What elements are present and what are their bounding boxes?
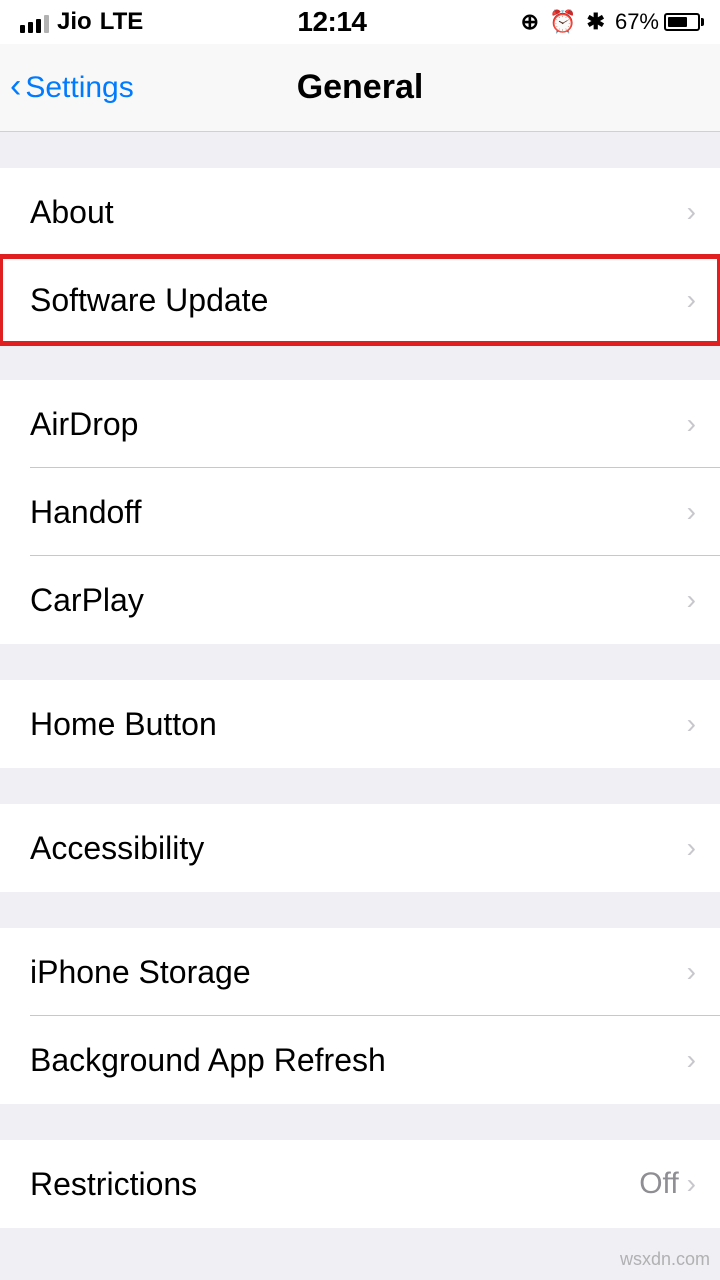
row-right-restrictions: Off › — [639, 1167, 696, 1201]
network-type-label: LTE — [100, 8, 144, 36]
row-right-background-app-refresh: › — [687, 1044, 696, 1076]
time-label: 12:14 — [297, 6, 366, 38]
location-icon: ⊕ — [521, 9, 539, 35]
chevron-right-icon-about: › — [687, 196, 696, 228]
row-iphone-storage[interactable]: iPhone Storage › — [0, 928, 720, 1016]
bluetooth-icon: ✱ — [587, 9, 605, 35]
section-separator-4 — [0, 892, 720, 928]
row-about[interactable]: About › — [0, 168, 720, 256]
settings-group-1: About › — [0, 168, 720, 256]
section-separator-3 — [0, 768, 720, 804]
chevron-right-icon-handoff: › — [687, 496, 696, 528]
row-label-home-button: Home Button — [30, 706, 217, 743]
row-label-background-app-refresh: Background App Refresh — [30, 1042, 386, 1079]
settings-group-5: Accessibility › — [0, 804, 720, 892]
battery-icon — [664, 13, 700, 31]
row-right-handoff: › — [687, 496, 696, 528]
row-accessibility[interactable]: Accessibility › — [0, 804, 720, 892]
row-label-handoff: Handoff — [30, 494, 142, 531]
settings-content: About › Software Update › AirDrop › Hand… — [0, 132, 720, 1264]
row-background-app-refresh[interactable]: Background App Refresh › — [0, 1016, 720, 1104]
page-title: General — [297, 68, 424, 107]
settings-group-6: iPhone Storage › Background App Refresh … — [0, 928, 720, 1104]
row-label-software-update: Software Update — [30, 282, 268, 319]
section-separator-1 — [0, 344, 720, 380]
row-right-accessibility: › — [687, 832, 696, 864]
chevron-right-icon-background-app-refresh: › — [687, 1044, 696, 1076]
battery-fill — [668, 17, 687, 27]
row-restrictions[interactable]: Restrictions Off › — [0, 1140, 720, 1228]
settings-group-2: Software Update › — [0, 256, 720, 344]
section-separator-0 — [0, 132, 720, 168]
row-label-restrictions: Restrictions — [30, 1166, 197, 1203]
chevron-right-icon-home-button: › — [687, 708, 696, 740]
chevron-right-icon-software-update: › — [687, 284, 696, 316]
nav-bar: ‹ Settings General — [0, 44, 720, 132]
chevron-right-icon-iphone-storage: › — [687, 956, 696, 988]
settings-group-7: Restrictions Off › — [0, 1140, 720, 1228]
chevron-right-icon-carplay: › — [687, 584, 696, 616]
row-right-software-update: › — [687, 284, 696, 316]
row-label-about: About — [30, 194, 114, 231]
row-label-airdrop: AirDrop — [30, 406, 138, 443]
row-label-carplay: CarPlay — [30, 582, 144, 619]
row-carplay[interactable]: CarPlay › — [0, 556, 720, 644]
section-separator-2 — [0, 644, 720, 680]
chevron-right-icon-airdrop: › — [687, 408, 696, 440]
row-home-button[interactable]: Home Button › — [0, 680, 720, 768]
status-bar: Jio LTE 12:14 ⊕ ⏰ ✱ 67% — [0, 0, 720, 44]
chevron-right-icon-accessibility: › — [687, 832, 696, 864]
alarm-icon: ⏰ — [549, 9, 576, 35]
row-right-iphone-storage: › — [687, 956, 696, 988]
carrier-label: Jio — [57, 8, 92, 36]
row-handoff[interactable]: Handoff › — [0, 468, 720, 556]
section-separator-bottom — [0, 1228, 720, 1264]
row-right-carplay: › — [687, 584, 696, 616]
row-airdrop[interactable]: AirDrop › — [0, 380, 720, 468]
battery-percent: 67% — [615, 9, 659, 35]
row-software-update[interactable]: Software Update › — [0, 256, 720, 344]
battery-container: 67% — [615, 9, 700, 35]
back-button[interactable]: ‹ Settings — [10, 69, 134, 106]
signal-icon — [20, 11, 49, 33]
settings-group-3: AirDrop › Handoff › CarPlay › — [0, 380, 720, 644]
status-right: ⊕ ⏰ ✱ 67% — [521, 9, 700, 35]
row-label-iphone-storage: iPhone Storage — [30, 954, 251, 991]
chevron-right-icon-restrictions: › — [687, 1168, 696, 1200]
status-left: Jio LTE — [20, 8, 143, 36]
settings-group-4: Home Button › — [0, 680, 720, 768]
row-right-about: › — [687, 196, 696, 228]
back-chevron-icon: ‹ — [10, 67, 21, 106]
section-separator-5 — [0, 1104, 720, 1140]
row-right-airdrop: › — [687, 408, 696, 440]
restrictions-value: Off — [639, 1167, 678, 1201]
watermark: wsxdn.com — [620, 1249, 710, 1270]
row-label-accessibility: Accessibility — [30, 830, 204, 867]
row-right-home-button: › — [687, 708, 696, 740]
back-label: Settings — [25, 71, 133, 105]
